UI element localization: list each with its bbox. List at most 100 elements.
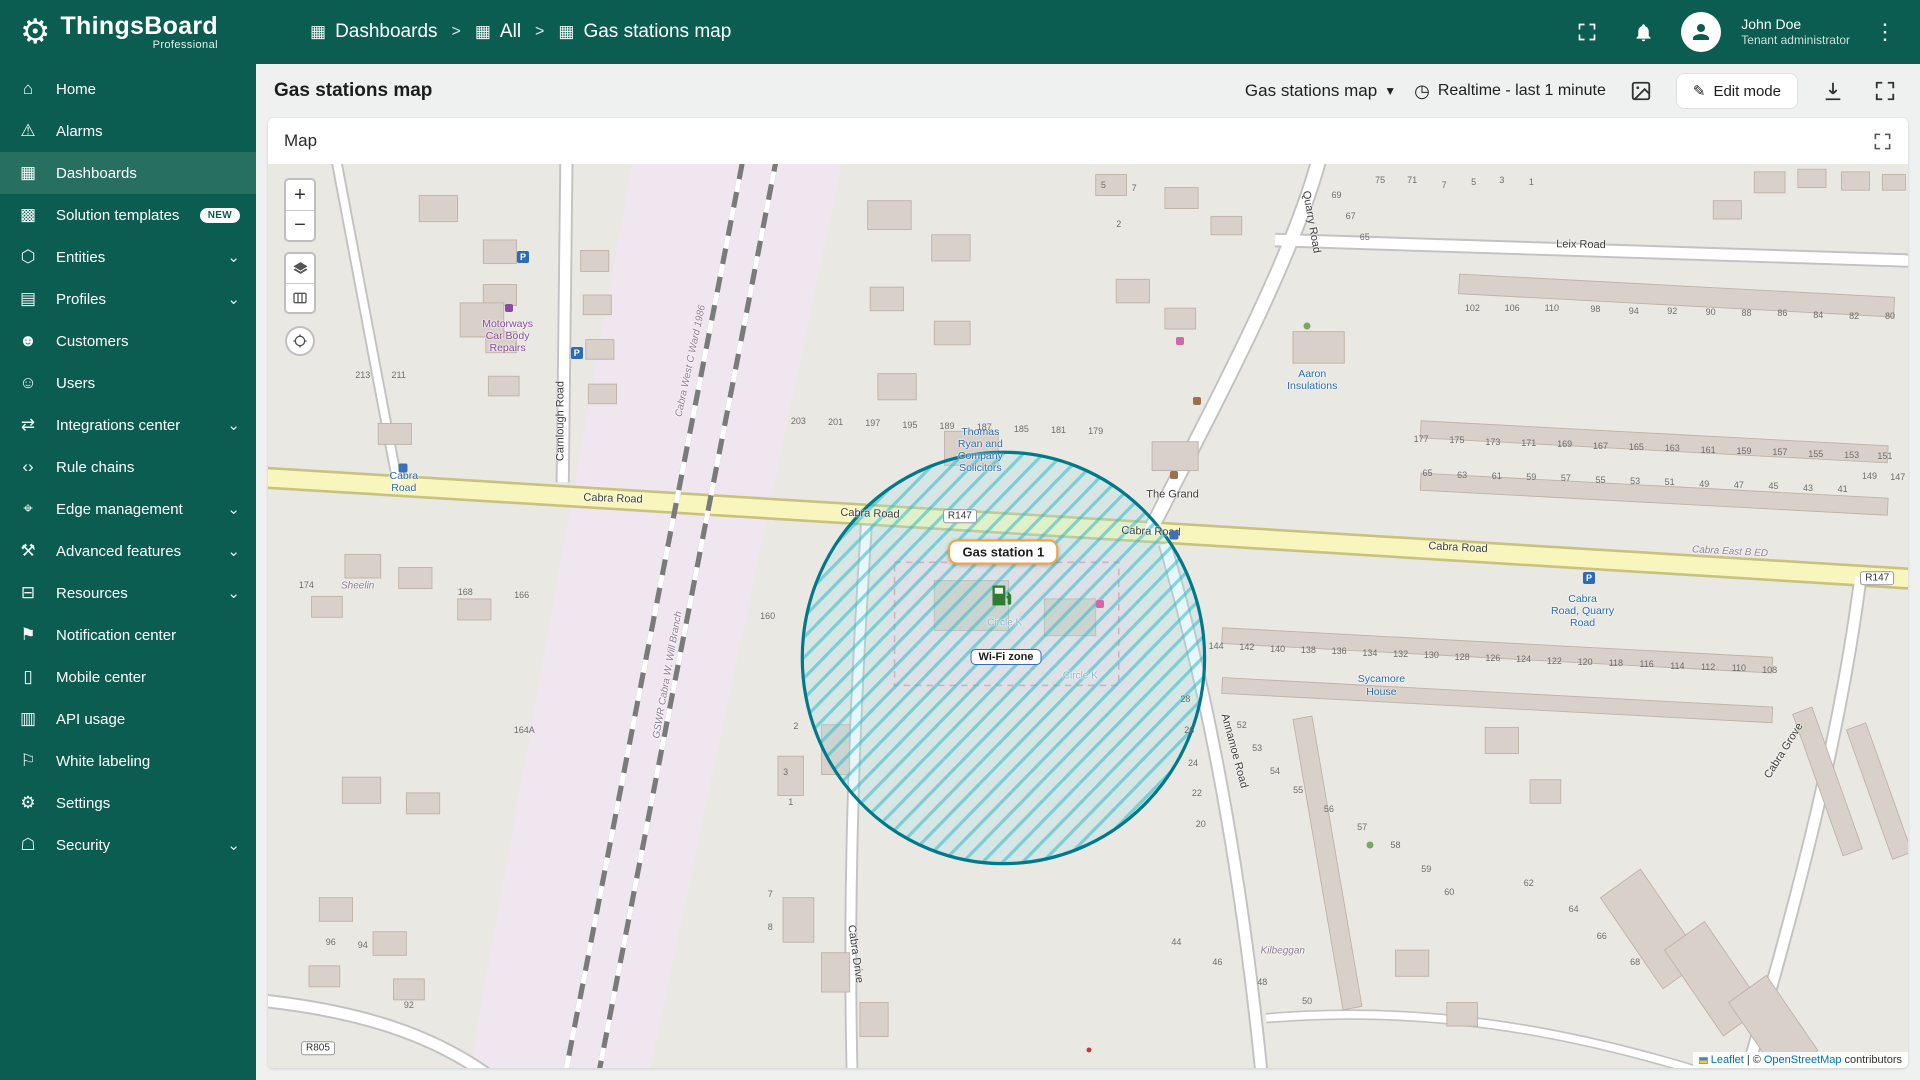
more-menu-button[interactable]: ⋮ <box>1870 19 1900 45</box>
logo[interactable]: ⚙ ThingsBoard Professional <box>20 13 240 52</box>
fullscreen-button[interactable] <box>1569 14 1605 50</box>
dashboard-icon: ▦ <box>474 22 491 41</box>
download-button[interactable] <box>1816 74 1850 108</box>
sidebar-item-label: Mobile center <box>56 668 147 686</box>
sidebar-item-profiles[interactable]: ▤ Profiles ⌄ <box>0 278 256 320</box>
dashboard-fullscreen-button[interactable] <box>1868 74 1902 108</box>
sidebar-item-customers[interactable]: ☻ Customers <box>0 320 256 362</box>
sidebar-item-dashboards[interactable]: ▦ Dashboards <box>0 152 256 194</box>
chevron-down-icon: ⌄ <box>227 291 240 308</box>
map-widget: Map Quarry Road Leix Road Cabra Road Cab… <box>268 118 1908 1068</box>
sidebar-item-label: Edge management <box>56 500 183 518</box>
zoom-control: + − <box>284 178 316 242</box>
map-card-icon <box>293 292 307 304</box>
sidebar-item-resources[interactable]: ⊟ Resources ⌄ <box>0 572 256 614</box>
breadcrumb-label: Dashboards <box>335 21 438 42</box>
layers-icon <box>292 262 308 274</box>
mobile-center-icon: ▯ <box>23 667 33 686</box>
gas-pump-marker[interactable] <box>989 582 1017 610</box>
sidebar-item-entities[interactable]: ⬡ Entities ⌄ <box>0 236 256 278</box>
notifications-button[interactable] <box>1625 14 1661 50</box>
sidebar-item-edge-management[interactable]: ⌖ Edge management ⌄ <box>0 488 256 530</box>
state-select-value: Gas stations map <box>1244 81 1378 100</box>
map-type-button[interactable] <box>286 283 314 312</box>
integrations-center-icon: ⇄ <box>20 415 36 434</box>
entities-icon: ⬡ <box>20 247 36 266</box>
user-info: John Doe Tenant administrator <box>1741 16 1850 49</box>
sidebar-item-solution-templates[interactable]: ▩ Solution templates NEW <box>0 194 256 236</box>
layers-button[interactable] <box>286 254 314 283</box>
user-name: John Doe <box>1741 15 1802 32</box>
sidebar-item-label: Profiles <box>56 290 107 308</box>
sidebar-item-label: Customers <box>56 332 129 350</box>
zoom-out-button[interactable]: − <box>286 210 314 240</box>
breadcrumb-separator: > <box>535 23 545 40</box>
fullscreen-icon <box>1578 23 1596 41</box>
edge-management-icon: ⌖ <box>23 499 33 518</box>
chevron-down-icon: ▼ <box>1384 84 1397 98</box>
gas-station-tooltip[interactable]: Gas station 1 <box>948 539 1059 565</box>
sidebar-item-label: Settings <box>56 794 111 812</box>
sidebar: ⌂ Home ⚠ Alarms ▦ Dashboards ▩ Solution templat… <box>0 64 256 1080</box>
dashboard-icon: ▦ <box>558 22 575 41</box>
profiles-icon: ▤ <box>19 289 37 308</box>
page-title: Gas stations map <box>274 80 433 101</box>
sidebar-item-label: API usage <box>56 710 126 728</box>
sidebar-item-label: Advanced features <box>56 542 182 560</box>
sidebar-item-security[interactable]: ☖ Security ⌄ <box>0 824 256 866</box>
sidebar-item-mobile-center[interactable]: ▯ Mobile center <box>0 656 256 698</box>
timewindow-label: Realtime - last 1 minute <box>1437 82 1606 99</box>
white-labeling-icon: ⚐ <box>20 751 36 770</box>
sidebar-item-api-usage[interactable]: ▥ API usage <box>0 698 256 740</box>
bell-icon <box>1636 23 1651 41</box>
clock-icon: ◷ <box>1414 80 1430 101</box>
sidebar-item-label: Rule chains <box>56 458 135 476</box>
openstreetmap-link[interactable]: OpenStreetMap <box>1764 1054 1842 1066</box>
dashboard-icon: ▦ <box>310 22 327 41</box>
sidebar-item-rule-chains[interactable]: ‹› Rule chains <box>0 446 256 488</box>
sidebar-item-label: Home <box>56 80 97 98</box>
dashboard-image-button[interactable] <box>1624 74 1658 108</box>
home-icon: ⌂ <box>22 79 34 98</box>
sidebar-item-label: Dashboards <box>56 164 137 182</box>
leaflet-link[interactable]: Leaflet <box>1711 1054 1744 1066</box>
sidebar-item-label: Resources <box>56 584 128 602</box>
breadcrumb-item-all[interactable]: ▦ All <box>475 21 521 43</box>
dashboard-state-select[interactable]: Gas stations map ▼ <box>1245 81 1396 101</box>
sidebar-item-label: Solution templates <box>56 206 180 224</box>
sidebar-item-users[interactable]: ☺ Users <box>0 362 256 404</box>
sidebar-menu: ⌂ Home ⚠ Alarms ▦ Dashboards ▩ Solution templat… <box>0 68 256 866</box>
sidebar-item-integrations-center[interactable]: ⇄ Integrations center ⌄ <box>0 404 256 446</box>
wifi-zone-label[interactable]: Wi-Fi zone <box>970 648 1042 665</box>
zoom-in-button[interactable]: + <box>286 180 314 210</box>
notification-center-icon: ⚑ <box>20 625 36 644</box>
sidebar-item-home[interactable]: ⌂ Home <box>0 68 256 110</box>
sidebar-item-white-labeling[interactable]: ⚐ White labeling <box>0 740 256 782</box>
map-attribution: Leaflet | © OpenStreetMap contributors <box>1692 1052 1908 1068</box>
breadcrumb-item-gas-stations-map[interactable]: ▦ Gas stations map <box>558 21 731 43</box>
timewindow-button[interactable]: ◷ Realtime - last 1 minute <box>1414 81 1606 102</box>
user-role: Tenant administrator <box>1741 33 1850 48</box>
widget-expand-button[interactable] <box>1873 132 1892 151</box>
sidebar-item-label: Entities <box>56 248 106 266</box>
basemap-svg <box>268 164 1908 1068</box>
brand-edition: Professional <box>152 39 218 52</box>
map-canvas[interactable]: Quarry Road Leix Road Cabra Road Cabra Road… <box>268 164 1908 1068</box>
thingsboard-gear-icon: ⚙ <box>20 13 51 51</box>
api-usage-icon: ▥ <box>19 709 37 728</box>
sidebar-item-advanced-features[interactable]: ⚒ Advanced features ⌄ <box>0 530 256 572</box>
edit-mode-button[interactable]: ✎ Edit mode <box>1675 73 1798 109</box>
chevron-down-icon: ⌄ <box>227 501 240 518</box>
locate-button[interactable] <box>285 326 315 356</box>
avatar[interactable] <box>1681 12 1722 52</box>
sidebar-item-alarms[interactable]: ⚠ Alarms <box>0 110 256 152</box>
dashboard-toolbar: Gas stations map Gas stations map ▼ ◷ Re… <box>256 64 1920 118</box>
fullscreen-icon <box>1875 81 1895 101</box>
sidebar-item-notification-center[interactable]: ⚑ Notification center <box>0 614 256 656</box>
breadcrumb-item-dashboards[interactable]: ▦ Dashboards <box>310 21 438 43</box>
users-icon: ☺ <box>19 373 37 392</box>
sidebar-item-label: Users <box>56 374 96 392</box>
sidebar-item-settings[interactable]: ⚙ Settings <box>0 782 256 824</box>
pencil-icon: ✎ <box>1692 83 1706 100</box>
sidebar-item-label: Integrations center <box>56 416 181 434</box>
